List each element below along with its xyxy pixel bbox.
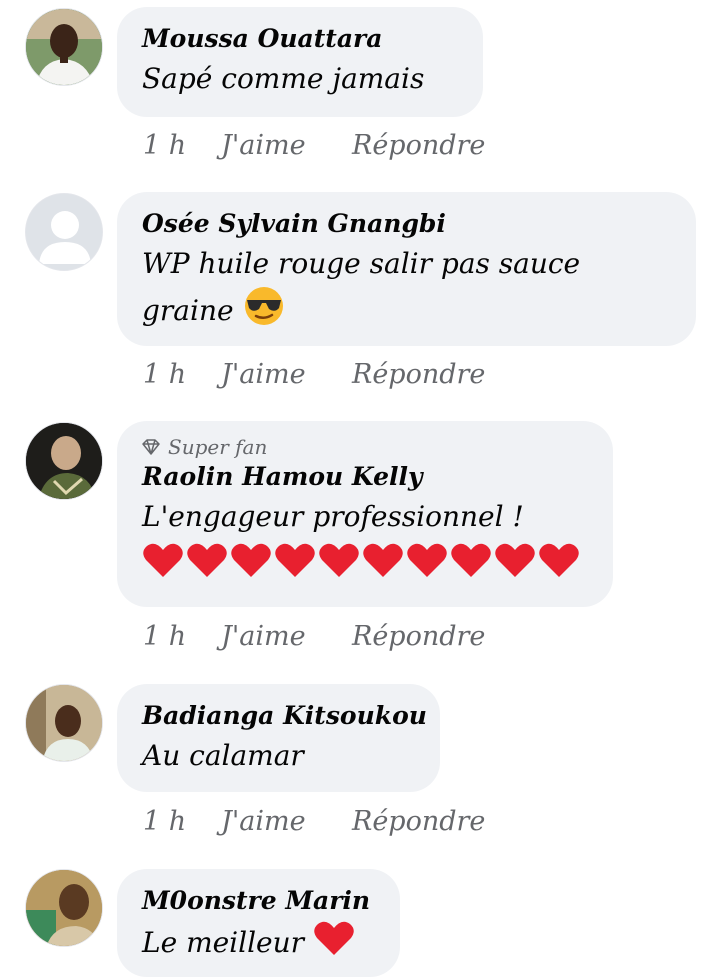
comment-text: Sapé comme jamais <box>142 62 425 95</box>
comment-timestamp: 1 h <box>143 621 187 652</box>
profile-photo-icon <box>26 423 102 499</box>
comment-actions: 1 h J'aime Répondre <box>143 130 485 161</box>
comment-actions: 1 h J'aime Répondre <box>143 359 485 390</box>
default-avatar-icon <box>26 194 102 270</box>
reply-link[interactable]: Répondre <box>352 621 485 652</box>
comment-bubble: Badianga Kitsoukou Au calamar <box>117 684 440 792</box>
comment-text: Au calamar <box>142 739 304 772</box>
comment-text-line: graine <box>142 286 672 339</box>
profile-photo-icon <box>26 870 102 946</box>
comment-author[interactable]: Badianga Kitsoukou <box>142 698 427 734</box>
comment-author[interactable]: M0onstre Marin <box>142 883 376 919</box>
comment-actions: 1 h J'aime Répondre <box>143 621 485 652</box>
avatar[interactable] <box>25 684 103 762</box>
red-heart-icon <box>231 543 271 577</box>
red-heart-icon <box>143 543 183 577</box>
like-link[interactable]: J'aime <box>221 130 352 161</box>
comment-text: graine <box>142 294 234 327</box>
red-heart-icon <box>407 543 447 577</box>
red-heart-icon <box>275 543 315 577</box>
hearts-row <box>142 541 589 579</box>
sunglasses-emoji-icon <box>242 286 286 339</box>
reply-link[interactable]: Répondre <box>352 359 485 390</box>
comment-actions: 1 h J'aime Répondre <box>143 806 485 837</box>
comment-author[interactable]: Moussa Ouattara <box>142 21 459 57</box>
reply-link[interactable]: Répondre <box>352 806 485 837</box>
avatar[interactable] <box>25 869 103 947</box>
comment-text-line: Le meilleur <box>142 919 376 970</box>
super-fan-badge: Super fan <box>142 435 589 459</box>
comment-bubble: Super fan Raolin Hamou Kelly L'engageur … <box>117 421 613 607</box>
like-link[interactable]: J'aime <box>221 621 352 652</box>
comment-author[interactable]: Raolin Hamou Kelly <box>142 459 589 495</box>
comment-timestamp: 1 h <box>143 130 187 161</box>
red-heart-icon <box>495 543 535 577</box>
red-heart-icon <box>313 919 355 970</box>
comment-bubble: M0onstre Marin Le meilleur <box>117 869 400 977</box>
avatar[interactable] <box>25 8 103 86</box>
comment-author[interactable]: Osée Sylvain Gnangbi <box>142 206 672 242</box>
red-heart-icon <box>187 543 227 577</box>
avatar[interactable] <box>25 422 103 500</box>
avatar[interactable] <box>25 193 103 271</box>
red-heart-icon <box>363 543 403 577</box>
comment-timestamp: 1 h <box>143 359 187 390</box>
red-heart-icon <box>539 543 579 577</box>
profile-photo-icon <box>26 685 102 761</box>
comment-text-line: WP huile rouge salir pas sauce <box>142 247 581 280</box>
comment-text: L'engageur professionnel ! <box>142 500 524 533</box>
comment-text: Le meilleur <box>142 926 305 959</box>
profile-photo-icon <box>26 9 102 85</box>
diamond-icon <box>142 439 160 455</box>
red-heart-icon <box>451 543 491 577</box>
reply-link[interactable]: Répondre <box>352 130 485 161</box>
like-link[interactable]: J'aime <box>221 359 352 390</box>
comment-bubble: Osée Sylvain Gnangbi WP huile rouge sali… <box>117 192 696 346</box>
like-link[interactable]: J'aime <box>221 806 352 837</box>
comment-timestamp: 1 h <box>143 806 187 837</box>
badge-label: Super fan <box>168 435 268 459</box>
comment-bubble: Moussa Ouattara Sapé comme jamais <box>117 7 483 117</box>
red-heart-icon <box>319 543 359 577</box>
